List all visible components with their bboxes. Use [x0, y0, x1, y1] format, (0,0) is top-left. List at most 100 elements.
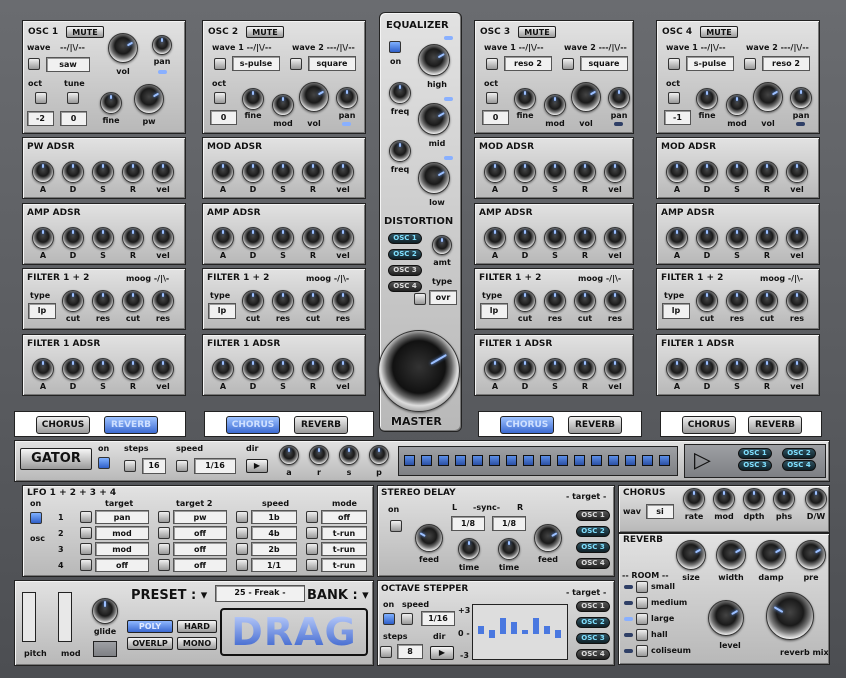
gator-step-led[interactable] [574, 455, 585, 466]
gator-step-led[interactable] [642, 455, 653, 466]
lfo-target-select[interactable]: mod [95, 542, 149, 556]
adsr-knob[interactable] [122, 227, 144, 249]
adsr-knob[interactable] [92, 227, 114, 249]
lfo-target2-select[interactable]: pw [173, 510, 227, 524]
stepper-osc-button[interactable]: OSC 1 [576, 601, 610, 612]
stepper-osc-button[interactable]: OSC 3 [576, 633, 610, 644]
wave2-select[interactable]: square [308, 56, 356, 71]
stepper-steps-toggle[interactable] [380, 646, 392, 658]
adsr-knob[interactable] [242, 161, 264, 183]
lfo-speed-select[interactable]: 1/1 [251, 558, 297, 572]
gator-step-led[interactable] [608, 455, 619, 466]
lfo-target2-toggle[interactable] [158, 559, 170, 571]
lfo-target-select[interactable]: mod [95, 526, 149, 540]
stepper-bar[interactable] [500, 618, 506, 634]
adsr-knob[interactable] [212, 358, 234, 380]
eq-mid-knob[interactable] [418, 103, 450, 135]
filter-type-select[interactable]: lp [662, 303, 690, 319]
oct-value[interactable]: -1 [664, 110, 691, 125]
wave1-select[interactable]: s-pulse [232, 56, 280, 71]
mod-knob[interactable] [544, 94, 566, 116]
gator-s-knob[interactable] [339, 445, 359, 465]
wave1-toggle[interactable] [486, 58, 498, 70]
reverb-mix-knob[interactable] [766, 592, 814, 640]
chorus-button[interactable]: CHORUS [682, 416, 736, 434]
pan-knob[interactable] [336, 87, 358, 109]
adsr-knob[interactable] [786, 227, 808, 249]
adsr-knob[interactable] [32, 358, 54, 380]
gator-step-led[interactable] [438, 455, 449, 466]
stepper-speed-select[interactable]: 1/16 [421, 611, 455, 626]
adsr-knob[interactable] [152, 227, 174, 249]
mod-knob[interactable] [726, 94, 748, 116]
stepper-steps-value[interactable]: 8 [397, 644, 423, 659]
adsr-knob[interactable] [786, 358, 808, 380]
adsr-knob[interactable] [212, 227, 234, 249]
stepper-on-toggle[interactable] [383, 613, 395, 625]
reverb-level-knob[interactable] [708, 600, 744, 636]
adsr-knob[interactable] [696, 358, 718, 380]
distortion-osc-button[interactable]: OSC 4 [388, 281, 422, 292]
hard-button[interactable]: HARD [177, 620, 217, 633]
fine-knob[interactable] [514, 88, 536, 110]
delay-R-select[interactable]: 1/8 [492, 516, 526, 531]
gator-dir-button[interactable]: ▶ [246, 459, 268, 473]
vol-knob[interactable] [571, 82, 601, 112]
chorus-button[interactable]: CHORUS [500, 416, 554, 434]
adsr-knob[interactable] [302, 227, 324, 249]
adsr-knob[interactable] [62, 227, 84, 249]
lfo-target-select[interactable]: off [95, 558, 149, 572]
adsr-knob[interactable] [92, 161, 114, 183]
adsr-knob[interactable] [544, 161, 566, 183]
pw-knob[interactable] [134, 84, 164, 114]
adsr-knob[interactable] [242, 358, 264, 380]
room-option[interactable]: large [651, 614, 674, 623]
reverb-size-knob[interactable] [676, 540, 706, 570]
wave1-select[interactable]: reso 2 [504, 56, 552, 71]
gator-p-knob[interactable] [369, 445, 389, 465]
tune-toggle[interactable] [67, 92, 79, 104]
pan-knob[interactable] [608, 87, 630, 109]
oct-value[interactable]: 0 [482, 110, 509, 125]
wave1-select[interactable]: s-pulse [686, 56, 734, 71]
lfo-mode-toggle[interactable] [306, 559, 318, 571]
poly-button[interactable]: POLY [127, 620, 173, 633]
wave2-select[interactable]: reso 2 [762, 56, 810, 71]
gator-step-led[interactable] [455, 455, 466, 466]
gator-speed-toggle[interactable] [176, 460, 188, 472]
delay-on-toggle[interactable] [390, 520, 402, 532]
fine-knob[interactable] [100, 92, 122, 114]
lfo-mode-select[interactable]: t-run [321, 542, 367, 556]
adsr-knob[interactable] [32, 227, 54, 249]
adsr-knob[interactable] [786, 161, 808, 183]
stepper-grid[interactable] [472, 604, 568, 660]
vol-knob[interactable] [299, 82, 329, 112]
lfo-target2-select[interactable]: off [173, 526, 227, 540]
delay-osc-button[interactable]: OSC 2 [576, 526, 610, 537]
lfo-speed-select[interactable]: 1b [251, 510, 297, 524]
fine-knob[interactable] [696, 88, 718, 110]
filter-knob[interactable] [332, 290, 354, 312]
lfo-target2-toggle[interactable] [158, 543, 170, 555]
gator-steps-toggle[interactable] [124, 460, 136, 472]
adsr-knob[interactable] [242, 227, 264, 249]
room-toggle[interactable] [636, 645, 648, 657]
adsr-knob[interactable] [726, 358, 748, 380]
lfo-speed-toggle[interactable] [236, 559, 248, 571]
gator-step-led[interactable] [421, 455, 432, 466]
gator-r-knob[interactable] [309, 445, 329, 465]
adsr-knob[interactable] [726, 161, 748, 183]
filter-type-select[interactable]: lp [208, 303, 236, 319]
lfo-speed-toggle[interactable] [236, 543, 248, 555]
pan-knob[interactable] [152, 35, 172, 55]
adsr-knob[interactable] [484, 358, 506, 380]
adsr-knob[interactable] [484, 227, 506, 249]
filter-knob[interactable] [122, 290, 144, 312]
lfo-target-select[interactable]: pan [95, 510, 149, 524]
eq-freq2-knob[interactable] [389, 140, 411, 162]
adsr-knob[interactable] [62, 358, 84, 380]
overlap-button[interactable]: OVERLP [127, 637, 173, 650]
oct-value[interactable]: 0 [210, 110, 237, 125]
adsr-knob[interactable] [574, 161, 596, 183]
wave1-toggle[interactable] [214, 58, 226, 70]
